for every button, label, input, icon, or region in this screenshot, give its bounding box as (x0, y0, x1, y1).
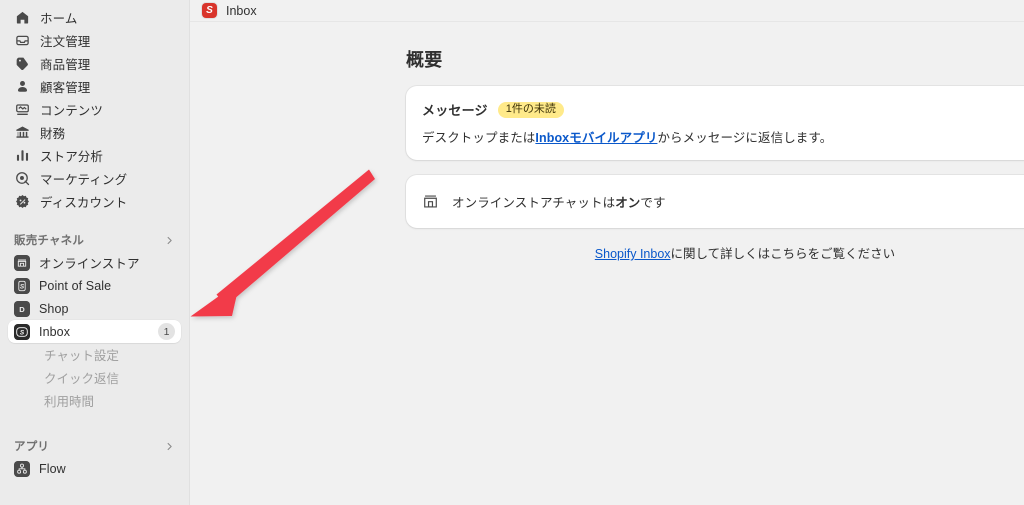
messages-card-header: メッセージ 1件の未読 (422, 100, 1024, 119)
sidebar-subitem-label: クイック返信 (44, 372, 120, 386)
sidebar-subitem-label: チャット設定 (44, 349, 119, 363)
sidebar-item-orders[interactable]: 注文管理 (8, 29, 181, 52)
footer-rest-text: に関して詳しくはこちらをご覧ください (670, 247, 896, 261)
sidebar-subitem-label: 利用時間 (44, 395, 95, 409)
sidebar-subitem-chat-settings[interactable]: チャット設定 (8, 343, 181, 366)
shop-icon: D (14, 300, 30, 317)
content-area: 概要 メッセージ 1件の未読 デスクトップまたはInboxモバイルアプリからメッ… (190, 22, 1024, 262)
inbox-unread-badge: 1 (158, 323, 175, 340)
point-of-sale-icon: S (14, 277, 30, 294)
status-text-state: オン (615, 196, 641, 210)
sidebar-item-analytics[interactable]: ストア分析 (8, 144, 181, 167)
sidebar-item-label: 顧客管理 (40, 81, 91, 95)
chat-status-text: オンラインストアチャットはオンです (452, 192, 666, 211)
sidebar-item-label: コンテンツ (40, 104, 104, 118)
sidebar-subitem-availability[interactable]: 利用時間 (8, 389, 181, 412)
desc-text-after: からメッセージに返信します。 (657, 131, 833, 145)
sidebar-item-label: Inbox (39, 324, 71, 339)
chat-status-card: オンラインストアチャットはオンです (406, 175, 1024, 228)
shopify-inbox-learn-more-link[interactable]: Shopify Inbox (595, 247, 671, 261)
app-topbar: S Inbox (190, 0, 1024, 22)
storefront-icon (422, 193, 439, 210)
sales-channels-header[interactable]: 販売チャネル (8, 229, 181, 251)
sidebar-item-label: ホーム (40, 12, 78, 26)
sidebar-item-content[interactable]: コンテンツ (8, 98, 181, 121)
chevron-right-icon[interactable] (164, 235, 175, 246)
sidebar-item-label: Point of Sale (39, 278, 112, 293)
flow-icon (14, 460, 30, 477)
sidebar-item-label: Flow (39, 461, 66, 476)
shopify-admin-window: ホーム 注文管理 商品管理 顧客管理 コンテンツ 財務 ストア分析 マーケティン… (0, 0, 1024, 505)
svg-text:S: S (20, 329, 25, 336)
sidebar-item-discount[interactable]: ディスカウント (8, 190, 181, 213)
sidebar: ホーム 注文管理 商品管理 顧客管理 コンテンツ 財務 ストア分析 マーケティン… (0, 0, 190, 505)
sidebar-item-label: マーケティング (40, 173, 128, 187)
sidebar-item-flow[interactable]: Flow (8, 457, 181, 480)
sidebar-item-label: 財務 (40, 127, 66, 141)
chevron-right-icon[interactable] (164, 441, 175, 452)
sidebar-subitem-quick-replies[interactable]: クイック返信 (8, 366, 181, 389)
sidebar-item-shop[interactable]: D Shop (8, 297, 181, 320)
sidebar-item-finance[interactable]: 財務 (8, 121, 181, 144)
svg-text:D: D (19, 304, 25, 313)
sidebar-item-label: 注文管理 (40, 35, 91, 49)
main-content: S Inbox 概要 メッセージ 1件の未読 デスクトップまたはInboxモバイ… (190, 0, 1024, 505)
sidebar-item-label: ディスカウント (40, 196, 128, 210)
discount-icon (14, 193, 31, 210)
sidebar-item-customers[interactable]: 顧客管理 (8, 75, 181, 98)
apps-header[interactable]: アプリ (8, 435, 181, 457)
learn-more-footer: Shopify Inboxに関して詳しくはこちらをご覧ください (406, 243, 1024, 262)
home-icon (14, 9, 31, 26)
app-title: Inbox (226, 3, 257, 18)
sidebar-item-online-store[interactable]: オンラインストア (8, 251, 181, 274)
finance-icon (14, 124, 31, 141)
sales-channels-title: 販売チャネル (14, 235, 85, 247)
sidebar-item-point-of-sale[interactable]: S Point of Sale (8, 274, 181, 297)
sidebar-item-marketing[interactable]: マーケティング (8, 167, 181, 190)
shopify-inbox-icon: S (202, 3, 217, 18)
status-text-before: オンラインストアチャットは (452, 196, 616, 210)
status-text-after: です (640, 196, 666, 210)
sidebar-item-home[interactable]: ホーム (8, 6, 181, 29)
content-icon (14, 101, 31, 118)
sidebar-item-label: 商品管理 (40, 58, 91, 72)
inbox-mobile-app-link[interactable]: Inboxモバイルアプリ (535, 131, 657, 145)
apps-title: アプリ (14, 441, 50, 453)
unread-badge: 1件の未読 (497, 101, 564, 118)
sidebar-item-inbox[interactable]: S Inbox 1 (8, 320, 181, 343)
online-store-icon (14, 254, 30, 271)
sidebar-item-label: ストア分析 (40, 150, 104, 164)
analytics-icon (14, 147, 31, 164)
customers-icon (14, 78, 31, 95)
messages-card-description: デスクトップまたはInboxモバイルアプリからメッセージに返信します。 (422, 127, 1024, 146)
sidebar-item-products[interactable]: 商品管理 (8, 52, 181, 75)
sidebar-item-label: Shop (39, 301, 69, 316)
sidebar-item-label: オンラインストア (39, 257, 140, 271)
messages-card-title: メッセージ (422, 103, 488, 118)
messages-card: メッセージ 1件の未読 デスクトップまたはInboxモバイルアプリからメッセージ… (406, 86, 1024, 160)
desc-text-before: デスクトップまたは (422, 131, 536, 145)
svg-text:S: S (20, 283, 25, 290)
marketing-icon (14, 170, 31, 187)
orders-icon (14, 32, 31, 49)
products-icon (14, 55, 31, 72)
inbox-icon: S (14, 323, 30, 340)
main-nav: ホーム 注文管理 商品管理 顧客管理 コンテンツ 財務 ストア分析 マーケティン… (0, 6, 189, 213)
page-title: 概要 (406, 50, 443, 70)
